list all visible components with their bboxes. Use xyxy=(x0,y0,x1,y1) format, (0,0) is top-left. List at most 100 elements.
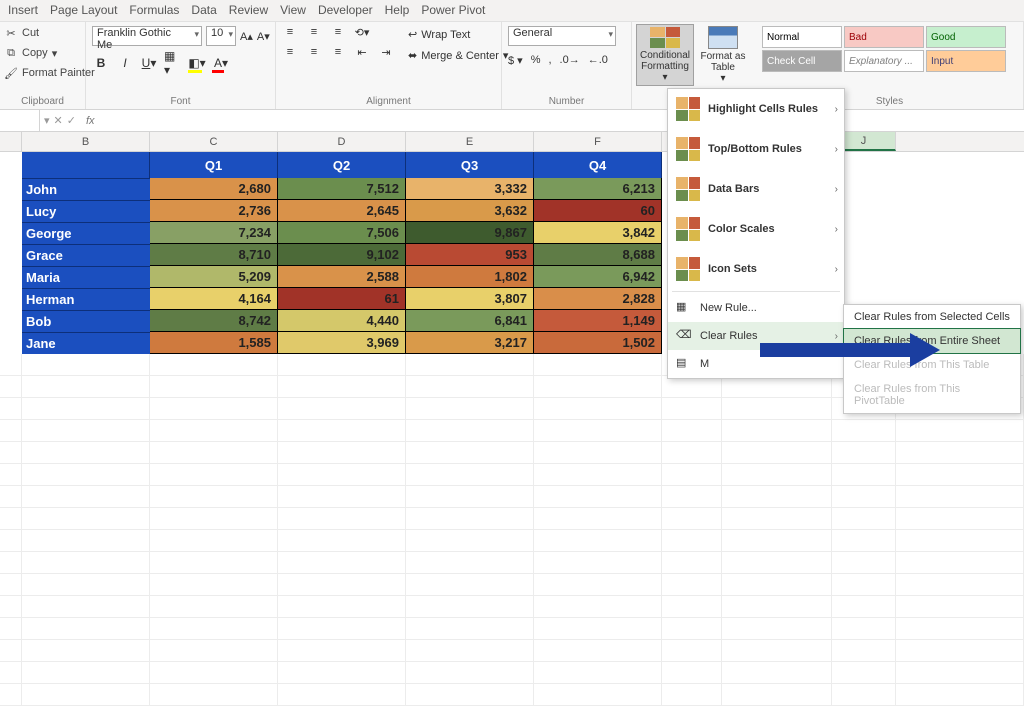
style-cell[interactable]: Explanatory ... xyxy=(844,50,924,72)
worksheet[interactable]: B C D E F I J Q1Q2Q3Q4 John2,6807,5123,3… xyxy=(0,132,1024,152)
col-header-e[interactable]: E xyxy=(406,132,534,151)
table-cell[interactable]: 4,164 xyxy=(150,288,278,310)
font-color-button[interactable]: A ▾ xyxy=(212,54,230,72)
align-top-icon[interactable]: ≡ xyxy=(280,24,300,40)
fill-color-button[interactable]: ◧ ▾ xyxy=(188,54,206,72)
format-painter-button[interactable]: 🖌Format Painter xyxy=(4,64,95,82)
fx-icon[interactable]: fx xyxy=(80,115,101,127)
merge-center-button[interactable]: ⬌Merge & Center ▾ xyxy=(404,47,512,64)
wrap-text-button[interactable]: ↩Wrap Text xyxy=(404,26,512,43)
table-cell[interactable]: 3,632 xyxy=(406,200,534,222)
italic-button[interactable]: I xyxy=(116,54,134,72)
style-cell[interactable]: Bad xyxy=(844,26,924,48)
align-middle-icon[interactable]: ≡ xyxy=(304,24,324,40)
percent-format-icon[interactable]: % xyxy=(531,54,541,67)
clear-rules-this-pivot: Clear Rules from This PivotTable xyxy=(844,377,1020,413)
table-cell[interactable]: 3,332 xyxy=(406,178,534,200)
font-name-select[interactable]: Franklin Gothic Me xyxy=(92,26,202,46)
increase-indent-icon[interactable]: ⇥ xyxy=(376,44,396,60)
table-header xyxy=(22,152,150,178)
align-bottom-icon[interactable]: ≡ xyxy=(328,24,348,40)
comma-format-icon[interactable]: , xyxy=(548,54,551,67)
name-box[interactable] xyxy=(0,110,40,131)
orientation-icon[interactable]: ⟲▾ xyxy=(352,24,372,40)
tab-power-pivot[interactable]: Power Pivot xyxy=(421,3,485,17)
table-cell[interactable]: 1,149 xyxy=(534,310,662,332)
table-cell[interactable]: 3,969 xyxy=(278,332,406,354)
table-cell[interactable]: 5,209 xyxy=(150,266,278,288)
tab-help[interactable]: Help xyxy=(385,3,410,17)
table-cell[interactable]: 3,217 xyxy=(406,332,534,354)
table-cell[interactable]: 953 xyxy=(406,244,534,266)
table-cell[interactable]: 1,802 xyxy=(406,266,534,288)
table-cell[interactable]: 6,942 xyxy=(534,266,662,288)
format-as-table-button[interactable]: Format as Table ▾ xyxy=(694,24,752,86)
number-format-select[interactable]: General xyxy=(508,26,616,46)
tab-view[interactable]: View xyxy=(280,3,306,17)
cf-menu-item[interactable]: Highlight Cells Rules› xyxy=(668,89,844,129)
table-cell[interactable]: 9,867 xyxy=(406,222,534,244)
col-header-f[interactable]: F xyxy=(534,132,662,151)
cf-menu-item[interactable]: Icon Sets› xyxy=(668,249,844,289)
cut-button[interactable]: ✂Cut xyxy=(4,24,95,42)
increase-decimal-icon[interactable]: .0→ xyxy=(560,54,580,67)
table-cell[interactable]: 8,688 xyxy=(534,244,662,266)
table-cell[interactable]: 6,841 xyxy=(406,310,534,332)
table-cell[interactable]: 3,842 xyxy=(534,222,662,244)
accounting-format-icon[interactable]: $ ▾ xyxy=(508,54,523,67)
tab-review[interactable]: Review xyxy=(229,3,268,17)
font-size-select[interactable]: 10 xyxy=(206,26,236,46)
decrease-font-icon[interactable]: A▾ xyxy=(257,30,270,43)
align-center-icon[interactable]: ≡ xyxy=(304,44,324,60)
col-header-c[interactable]: C xyxy=(150,132,278,151)
align-right-icon[interactable]: ≡ xyxy=(328,44,348,60)
clear-rules-icon: ⌫ xyxy=(676,328,692,344)
align-left-icon[interactable]: ≡ xyxy=(280,44,300,60)
decrease-decimal-icon[interactable]: ←.0 xyxy=(588,54,608,67)
table-cell[interactable]: 2,736 xyxy=(150,200,278,222)
tab-developer[interactable]: Developer xyxy=(318,3,373,17)
table-cell[interactable]: 6,213 xyxy=(534,178,662,200)
style-cell[interactable]: Input xyxy=(926,50,1006,72)
underline-button[interactable]: U ▾ xyxy=(140,54,158,72)
table-cell[interactable]: 1,502 xyxy=(534,332,662,354)
table-cell[interactable]: 4,440 xyxy=(278,310,406,332)
tab-formulas[interactable]: Formulas xyxy=(129,3,179,17)
new-rule-item[interactable]: ▦New Rule... xyxy=(668,294,844,322)
tab-data[interactable]: Data xyxy=(191,3,216,17)
brush-icon: 🖌 xyxy=(4,66,18,80)
col-header-b[interactable]: B xyxy=(22,132,150,151)
borders-button[interactable]: ▦ ▾ xyxy=(164,54,182,72)
cf-menu-item[interactable]: Top/Bottom Rules› xyxy=(668,129,844,169)
table-cell[interactable]: 2,588 xyxy=(278,266,406,288)
table-cell[interactable]: 2,645 xyxy=(278,200,406,222)
tab-insert[interactable]: Insert xyxy=(8,3,38,17)
table-cell[interactable]: 7,506 xyxy=(278,222,406,244)
cell-styles-gallery[interactable]: NormalBadGood Check CellExplanatory ...In… xyxy=(762,26,1006,72)
table-cell[interactable]: 8,710 xyxy=(150,244,278,266)
table-cell[interactable]: 8,742 xyxy=(150,310,278,332)
table-cell[interactable]: 61 xyxy=(278,288,406,310)
cf-menu-item[interactable]: Data Bars› xyxy=(668,169,844,209)
tab-page-layout[interactable]: Page Layout xyxy=(50,3,117,17)
table-cell[interactable]: 2,828 xyxy=(534,288,662,310)
increase-font-icon[interactable]: A▴ xyxy=(240,30,253,43)
table-cell[interactable]: 60 xyxy=(534,200,662,222)
bold-button[interactable]: B xyxy=(92,54,110,72)
cf-item-icon xyxy=(676,97,700,121)
copy-button[interactable]: ⧉Copy ▾ xyxy=(4,44,95,62)
style-cell[interactable]: Good xyxy=(926,26,1006,48)
table-cell[interactable]: 2,680 xyxy=(150,178,278,200)
style-cell[interactable]: Check Cell xyxy=(762,50,842,72)
col-header-d[interactable]: D xyxy=(278,132,406,151)
cf-menu-item[interactable]: Color Scales› xyxy=(668,209,844,249)
clear-rules-selected-cells[interactable]: Clear Rules from Selected Cells xyxy=(844,305,1020,329)
table-cell[interactable]: 1,585 xyxy=(150,332,278,354)
table-cell[interactable]: 9,102 xyxy=(278,244,406,266)
decrease-indent-icon[interactable]: ⇤ xyxy=(352,44,372,60)
table-cell[interactable]: 7,512 xyxy=(278,178,406,200)
table-cell[interactable]: 7,234 xyxy=(150,222,278,244)
conditional-formatting-button[interactable]: Conditional Formatting ▾ xyxy=(636,24,694,86)
table-cell[interactable]: 3,807 xyxy=(406,288,534,310)
style-cell[interactable]: Normal xyxy=(762,26,842,48)
